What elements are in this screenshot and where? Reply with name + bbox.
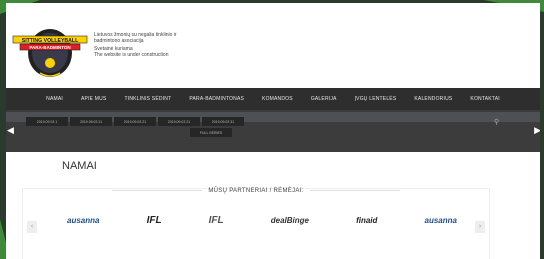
- site-header: SITTING VOLLEYBALL PARA-BADMINTON Lietuv…: [6, 3, 540, 87]
- nav-item-lenteles[interactable]: ĮVGŲ LENTELĖS: [346, 96, 406, 102]
- site-tagline: Lietuvos žmonių su negalia tinklinio ir …: [94, 32, 177, 58]
- main-nav: NAMAI APIE MUS TINKLINIS SĖDINT PARA-BAD…: [6, 88, 540, 110]
- partner-logo[interactable]: IFL: [209, 215, 224, 226]
- website-page: SITTING VOLLEYBALL PARA-BADMINTON Lietuv…: [6, 3, 540, 259]
- partner-logo[interactable]: ausanna: [67, 216, 99, 225]
- nav-item-galerija[interactable]: GALERIJA: [302, 96, 346, 102]
- partner-logo[interactable]: dealBinge: [271, 216, 309, 225]
- nav-item-namai[interactable]: NAMAI: [37, 96, 72, 102]
- slider-thumb[interactable]: 2019.09.03 1: [26, 117, 68, 126]
- tagline-line: The website is under construction: [94, 52, 169, 58]
- image-slider: ◀ ▶ 2019.09.03 1 2019.09.03 11 2019.09.0…: [6, 110, 540, 152]
- chevron-right-icon[interactable]: ›: [475, 221, 485, 233]
- chevron-left-icon[interactable]: ‹: [27, 221, 37, 233]
- logo-text-top: SITTING VOLLEYBALL: [22, 38, 79, 44]
- logo-text-bottom: PARA-BADMINTON: [29, 45, 70, 50]
- nav-item-kalendorius[interactable]: KALENDORIUS: [405, 96, 461, 102]
- nav-item-tinklinis[interactable]: TINKLINIS SĖDINT: [116, 96, 181, 102]
- partner-name: ausanna: [67, 216, 100, 225]
- partner-name: IFL: [146, 215, 162, 226]
- slider-thumb[interactable]: 2019.09.03 11: [70, 117, 112, 126]
- nav-item-komandos[interactable]: KOMANDOS: [253, 96, 302, 102]
- nav-item-apie-mus[interactable]: APIE MUS: [72, 96, 116, 102]
- nav-item-para-badmintonas[interactable]: PARA-BADMINTONAS: [180, 96, 253, 102]
- partner-name: finaid: [356, 216, 378, 225]
- partner-logo[interactable]: ausanna: [425, 216, 457, 225]
- partners-section: MŪSŲ PARTNERIAI / RĖMĖJAI: ‹ › ausanna I…: [22, 188, 490, 259]
- partner-logos: ausanna IFL IFL dealBinge finaid ausanna: [67, 215, 457, 226]
- partner-name: IFL: [208, 215, 224, 226]
- tagline-line: badmintono asociacija: [94, 38, 144, 44]
- partner-name: ausanna: [424, 216, 457, 225]
- slider-thumb[interactable]: FULL SERIES: [190, 128, 232, 137]
- main-content: NAMAI MŪSŲ PARTNERIAI / RĖMĖJAI: ‹ › aus…: [6, 152, 540, 259]
- slider-thumbnails: 2019.09.03 1 2019.09.03 11 2019.09.03 21…: [26, 117, 286, 137]
- partners-title: MŪSŲ PARTNERIAI / RĖMĖJAI:: [23, 188, 489, 194]
- partner-logo[interactable]: finaid: [356, 216, 377, 225]
- chevron-right-icon[interactable]: ▶: [534, 125, 540, 136]
- chevron-left-icon[interactable]: ◀: [7, 125, 14, 136]
- page-title: NAMAI: [62, 160, 97, 172]
- site-logo[interactable]: SITTING VOLLEYBALL PARA-BADMINTON: [10, 23, 90, 83]
- slider-thumb[interactable]: 2019.09.03 21: [158, 117, 200, 126]
- partner-logo[interactable]: IFL: [147, 215, 162, 226]
- nav-item-kontaktai[interactable]: KONTAKTAI: [461, 96, 508, 102]
- slider-thumb[interactable]: 2019.09.03 31: [202, 117, 244, 126]
- search-icon[interactable]: ⚲: [494, 118, 502, 126]
- partner-name: dealBinge: [270, 216, 309, 225]
- slider-thumb[interactable]: 2019.09.03 21: [114, 117, 156, 126]
